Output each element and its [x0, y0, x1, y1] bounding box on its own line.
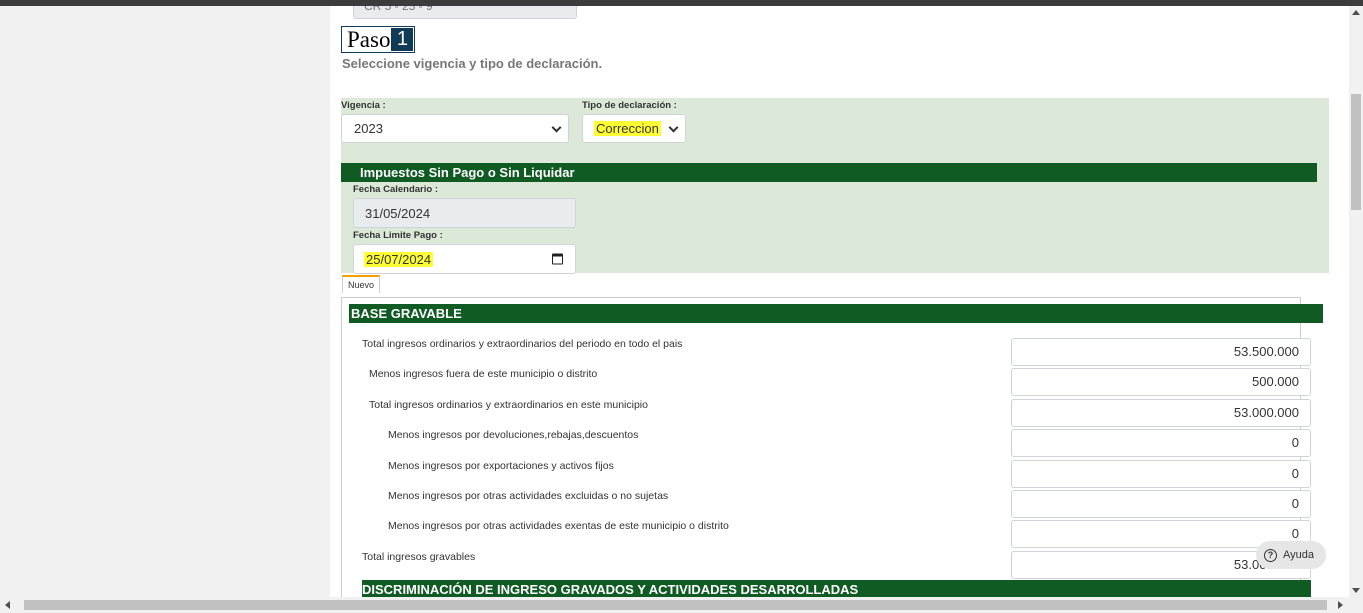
step-indicator: Paso 1: [341, 26, 416, 53]
vigencia-label: Vigencia :: [341, 100, 386, 111]
vigencia-select[interactable]: 2023: [341, 114, 569, 143]
fecha-calendario-label: Fecha Calendario :: [353, 184, 438, 195]
scroll-down-arrow-icon[interactable]: [1352, 588, 1360, 593]
help-label: Ayuda: [1283, 549, 1314, 561]
base-gravable-header: BASE GRAVABLE: [349, 304, 1323, 323]
tab-nuevo[interactable]: Nuevo: [342, 275, 381, 293]
step-word: Paso: [347, 26, 391, 52]
scroll-right-arrow-icon[interactable]: [1338, 601, 1343, 609]
row-label-total-municipio: Total ingresos ordinarios y extraordinar…: [369, 399, 648, 411]
tipo-declaracion-label: Tipo de declaración :: [582, 100, 677, 111]
vigencia-value: 2023: [354, 121, 383, 136]
input-exportaciones[interactable]: 0: [1011, 460, 1311, 488]
help-button[interactable]: ? Ayuda: [1256, 541, 1326, 569]
input-excluidas[interactable]: 0: [1011, 490, 1311, 518]
question-mark-icon: ?: [1264, 548, 1277, 562]
input-total-pais[interactable]: 53.500.000: [1011, 338, 1311, 366]
impuestos-section-header: Impuestos Sin Pago o Sin Liquidar: [341, 163, 1317, 182]
row-label-total-pais: Total ingresos ordinarios y extraordinar…: [362, 338, 683, 350]
row-label-devoluciones: Menos ingresos por devoluciones,rebajas,…: [388, 429, 639, 441]
row-label-exentas: Menos ingresos por otras actividades exe…: [388, 520, 729, 532]
tipo-declaracion-value: Correccion: [594, 121, 661, 136]
input-fuera-municipio[interactable]: 500.000: [1011, 368, 1311, 396]
input-devoluciones[interactable]: 0: [1011, 429, 1311, 457]
vertical-scrollbar[interactable]: [1349, 6, 1363, 597]
horizontal-scrollbar[interactable]: [0, 597, 1363, 613]
fecha-calendario-field: 31/05/2024: [353, 198, 576, 228]
fecha-limite-value: 25/07/2024: [364, 251, 434, 267]
chevron-down-icon: [551, 122, 562, 133]
scroll-left-arrow-icon[interactable]: [5, 601, 10, 609]
discriminacion-header: DISCRIMINACIÓN DE INGRESO GRAVADOS Y ACT…: [362, 580, 1311, 597]
step-subtitle: Seleccione vigencia y tipo de declaració…: [342, 56, 603, 71]
row-label-total-gravables: Total ingresos gravables: [362, 551, 476, 563]
row-label-excluidas: Menos ingresos por otras actividades exc…: [388, 490, 669, 502]
form-page: CR 5 - 23 - 9 Paso 1 Seleccione vigencia…: [330, 6, 1349, 597]
fecha-limite-date-input[interactable]: 25/07/2024: [353, 244, 576, 274]
fecha-limite-label: Fecha Limite Pago :: [353, 230, 443, 241]
input-total-municipio[interactable]: 53.000.000: [1011, 399, 1311, 427]
declaration-settings-panel: Vigencia : 2023 Tipo de declaración : Co…: [341, 98, 1329, 274]
base-gravable-container: BASE GRAVABLE Total ingresos ordinarios …: [341, 297, 1323, 597]
calendar-icon[interactable]: [552, 253, 563, 265]
previous-address-field: CR 5 - 23 - 9: [353, 6, 577, 19]
row-label-exportaciones: Menos ingresos por exportaciones y activ…: [388, 460, 614, 472]
tipo-declaracion-select[interactable]: Correccion: [582, 114, 686, 143]
fecha-calendario-value: 31/05/2024: [365, 205, 431, 221]
row-label-fuera-municipio: Menos ingresos fuera de este municipio o…: [369, 368, 598, 380]
scroll-up-arrow-icon[interactable]: [1352, 10, 1360, 15]
horizontal-scroll-thumb[interactable]: [24, 600, 1327, 610]
step-number-badge: 1: [391, 28, 414, 51]
vertical-scroll-thumb[interactable]: [1351, 94, 1361, 210]
chevron-down-icon: [668, 122, 679, 133]
